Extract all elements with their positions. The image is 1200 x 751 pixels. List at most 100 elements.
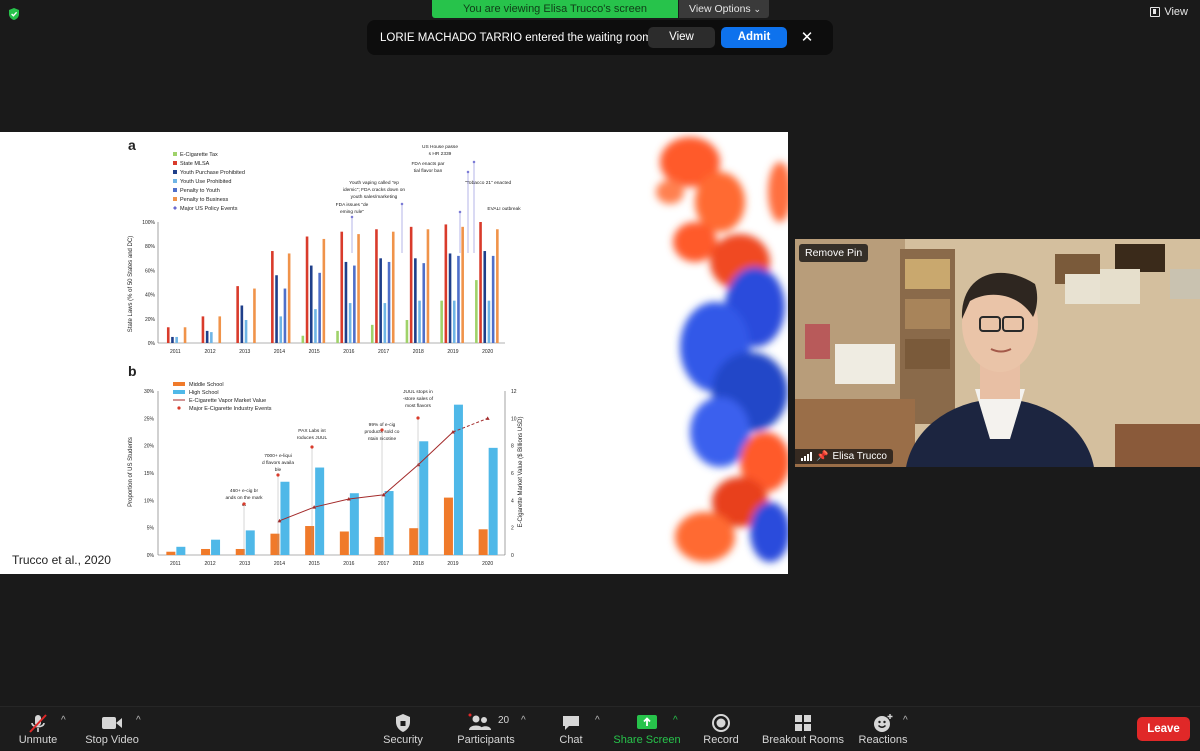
panel-b-legend-label: E-Cigarette Vapor Market Value (189, 398, 266, 404)
panel-a-annotation: "Tobacco 21" enacted (465, 180, 512, 186)
panel-b-x-tick: 2012 (204, 561, 215, 567)
panel-b-x-tick: 2015 (309, 561, 320, 567)
reactions-chevron-icon[interactable]: ^ (903, 715, 908, 726)
unmute-button[interactable]: Unmute (12, 707, 64, 751)
panel-b-bar (488, 447, 498, 555)
breakout-rooms-grid-icon (795, 715, 811, 731)
panel-a-annotation: idemic"; FDA cracks down on (343, 187, 406, 193)
panel-b-x-tick: 2013 (239, 561, 250, 567)
panel-a-bar (440, 300, 443, 343)
panel-b-x-tick: 2014 (274, 561, 285, 567)
panel-b-event-marker (310, 445, 314, 449)
panel-a-legend-label: Penalty to Youth (180, 188, 220, 194)
panel-b-bar (409, 528, 419, 555)
panel-b-annotation: most flavors (405, 403, 431, 409)
panel-b-x-tick: 2019 (447, 561, 458, 567)
panel-b-y2-tick: 8 (511, 444, 514, 450)
leave-button[interactable]: Leave (1137, 717, 1190, 741)
security-button[interactable]: Security (380, 707, 426, 751)
security-shield-icon (396, 714, 410, 732)
share-screen-button[interactable]: Share Screen (613, 707, 681, 751)
panel-a-y-tick: 0% (148, 341, 156, 347)
panel-a-x-tick: 2012 (204, 349, 215, 355)
record-button[interactable]: Record (701, 707, 741, 751)
panel-a-bar (314, 309, 317, 343)
panel-b-legend-label: Middle School (189, 382, 224, 388)
panel-b-x-tick: 2016 (343, 561, 354, 567)
panel-b-bar (211, 539, 221, 555)
panel-a-bar (461, 226, 464, 343)
panel-a-legend-label: E-Cigarette Tax (180, 152, 218, 158)
panel-a-bar (405, 320, 409, 343)
panel-b-event-marker (276, 473, 280, 477)
chat-chevron-icon[interactable]: ^ (595, 715, 600, 726)
panel-a-annotation: tial flavor ban (414, 168, 443, 174)
stop-video-button[interactable]: Stop Video (82, 707, 142, 751)
panel-a-bar (444, 224, 448, 343)
panel-a-bar (218, 316, 222, 343)
panel-a-event-marker (466, 170, 470, 174)
panel-a-bar (240, 305, 244, 343)
record-icon (712, 714, 730, 732)
panel-a-x-tick: 2014 (274, 349, 285, 355)
panel-b-event-marker (380, 428, 384, 432)
panel-a-x-tick: 2018 (413, 349, 424, 355)
panel-a-bar (353, 265, 356, 343)
view-button[interactable]: View (1150, 6, 1188, 18)
panel-b-annotation: d flavors availa (262, 460, 294, 466)
panel-a-bar (483, 251, 487, 343)
close-icon[interactable]: ✕ (799, 27, 815, 48)
panel-b-bar (245, 530, 255, 555)
panel-a-bar (391, 231, 395, 343)
panel-a-legend-label: State MLSA (180, 161, 210, 167)
panel-a-bar (344, 261, 348, 343)
panel-b-x-tick: 2018 (413, 561, 424, 567)
panel-a-annotation: FDA issues "de (336, 202, 369, 208)
notification-view-button[interactable]: View (648, 27, 715, 48)
panel-b-legend-label: High School (189, 390, 219, 396)
panel-b-y2-tick: 12 (511, 389, 517, 395)
panel-b-event-marker (242, 502, 246, 506)
panel-a-bar (244, 320, 248, 343)
panel-a-legend-marker (173, 206, 177, 210)
share-screen-chevron-icon[interactable]: ^ (673, 715, 678, 726)
participant-count-badge: 20 (498, 715, 510, 726)
video-options-chevron-icon[interactable]: ^ (136, 715, 141, 726)
breakout-rooms-button[interactable]: Breakout Rooms (762, 707, 844, 751)
panel-a-bar (183, 327, 187, 343)
panel-b-annotation: ble (275, 467, 282, 473)
chat-button[interactable]: Chat (553, 707, 589, 751)
panel-a-bar (171, 336, 174, 343)
panel-b-bar (443, 497, 453, 555)
participants-button[interactable]: 20 Participants (455, 707, 517, 751)
reactions-button[interactable]: Reactions (857, 707, 909, 751)
participant-video-tile[interactable]: Remove Pin 📌 Elisa Trucco (795, 239, 1200, 467)
panel-a-x-tick: 2019 (447, 349, 458, 355)
panel-b-event-marker (416, 416, 420, 420)
record-label: Record (703, 734, 739, 746)
panel-b-bar (384, 491, 394, 555)
panel-a-x-tick: 2020 (482, 349, 493, 355)
panel-a-bar (275, 275, 278, 343)
panel-a-bar (340, 231, 344, 343)
panel-a-legend-label: Youth Purchase Prohibited (180, 170, 245, 176)
panel-a-bar (166, 327, 170, 343)
panel-b-label: b (128, 363, 137, 379)
panel-a-bar (375, 229, 378, 343)
panel-b-bar (176, 546, 186, 555)
panel-a-bar (253, 288, 256, 343)
panel-a-y-tick: 80% (145, 244, 156, 250)
participants-chevron-icon[interactable]: ^ (521, 715, 526, 726)
share-screen-label: Share Screen (613, 734, 681, 746)
panel-b-bar (315, 467, 325, 555)
reactions-emoji-icon (874, 714, 893, 732)
admit-button[interactable]: Admit (721, 27, 787, 48)
remove-pin-button[interactable]: Remove Pin (799, 244, 869, 262)
panel-a-bar (348, 303, 352, 343)
panel-b-y-tick: 10% (144, 498, 155, 504)
panel-a-bar (336, 330, 339, 343)
panel-a-bar (387, 261, 391, 343)
audio-options-chevron-icon[interactable]: ^ (61, 715, 66, 726)
view-options-button[interactable]: View Options ⌄ (679, 0, 769, 18)
encryption-shield-icon[interactable] (7, 7, 21, 21)
